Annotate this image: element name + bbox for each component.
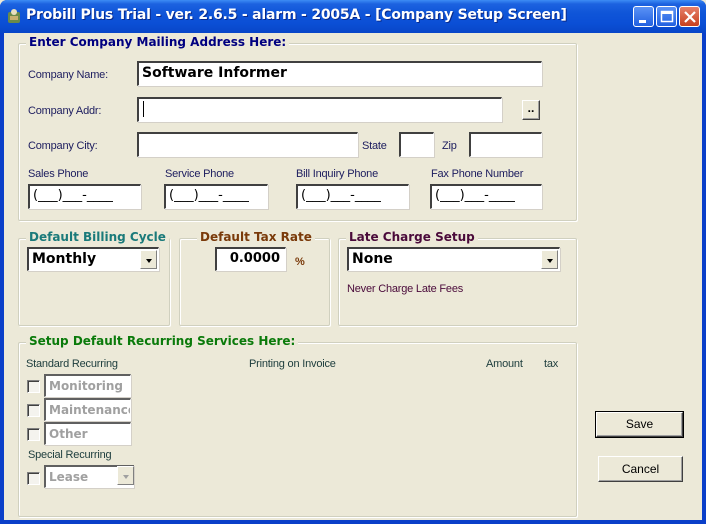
tax-rate-group: Default Tax Rate 0.0000 % xyxy=(179,230,330,326)
zip-input[interactable] xyxy=(469,132,542,157)
printing-on-invoice-header: Printing on Invoice xyxy=(249,358,336,370)
state-input[interactable] xyxy=(399,132,434,157)
late-charge-title: Late Charge Setup xyxy=(346,230,478,244)
recurring-services-group: Setup Default Recurring Services Here: S… xyxy=(18,334,577,517)
late-charge-group: Late Charge Setup None Never Charge Late… xyxy=(338,230,577,326)
late-charge-select[interactable]: None xyxy=(347,247,560,271)
company-name-input[interactable]: Software Informer xyxy=(137,61,542,86)
late-charge-description: Never Charge Late Fees xyxy=(347,283,464,295)
tax-header: tax xyxy=(544,358,559,370)
sales-phone-label: Sales Phone xyxy=(28,168,89,180)
company-addr-label: Company Addr: xyxy=(28,105,102,117)
amount-header: Amount xyxy=(486,358,523,370)
window-title: Probill Plus Trial - ver. 2.6.5 - alarm … xyxy=(26,7,567,23)
company-city-input[interactable] xyxy=(137,132,358,157)
close-icon xyxy=(684,11,696,23)
standard-recurring-label: Standard Recurring xyxy=(26,358,118,370)
monitoring-checkbox[interactable] xyxy=(27,380,40,393)
company-name-label: Company Name: xyxy=(28,69,108,81)
address-browse-button[interactable]: .. xyxy=(522,100,540,120)
tax-rate-title: Default Tax Rate xyxy=(197,230,315,244)
minimize-button[interactable] xyxy=(633,6,654,27)
lease-value: Lease xyxy=(49,470,89,484)
special-recurring-label: Special Recurring xyxy=(28,449,112,461)
maintenance-service-input[interactable]: Maintenance xyxy=(44,398,131,421)
service-phone-label: Service Phone xyxy=(165,168,234,180)
billing-cycle-value: Monthly xyxy=(32,251,97,267)
maintenance-checkbox[interactable] xyxy=(27,404,40,417)
billing-cycle-title: Default Billing Cycle xyxy=(26,230,169,244)
chevron-down-icon[interactable] xyxy=(140,250,157,269)
fax-phone-input[interactable]: (___)___-____ xyxy=(430,184,542,209)
minimize-icon xyxy=(639,20,646,23)
text-caret xyxy=(143,101,144,117)
company-city-label: Company City: xyxy=(28,140,98,152)
bill-inquiry-phone-input[interactable]: (___)___-____ xyxy=(296,184,409,209)
chevron-down-icon[interactable] xyxy=(117,466,134,485)
other-checkbox[interactable] xyxy=(27,428,40,441)
save-button[interactable]: Save xyxy=(595,411,684,438)
sales-phone-input[interactable]: (___)___-____ xyxy=(28,184,141,209)
other-service-input[interactable]: Other xyxy=(44,422,131,445)
title-bar[interactable]: Probill Plus Trial - ver. 2.6.5 - alarm … xyxy=(0,0,706,33)
company-addr-input[interactable] xyxy=(137,97,502,122)
late-charge-value: None xyxy=(352,251,393,267)
maximize-button[interactable] xyxy=(656,6,677,27)
fax-phone-label: Fax Phone Number xyxy=(431,168,524,180)
mailing-address-title: Enter Company Mailing Address Here: xyxy=(26,35,290,49)
tax-rate-input[interactable]: 0.0000 xyxy=(215,247,286,271)
cancel-button[interactable]: Cancel xyxy=(598,456,683,482)
recurring-services-title: Setup Default Recurring Services Here: xyxy=(26,334,299,348)
state-label: State xyxy=(362,140,387,152)
app-icon[interactable] xyxy=(6,8,22,24)
maximize-icon xyxy=(660,10,674,23)
monitoring-service-input[interactable]: Monitoring xyxy=(44,374,131,397)
app-window: Probill Plus Trial - ver. 2.6.5 - alarm … xyxy=(0,0,706,524)
chevron-down-icon[interactable] xyxy=(541,250,558,269)
lease-checkbox[interactable] xyxy=(27,472,40,485)
close-button[interactable] xyxy=(679,6,700,27)
service-phone-input[interactable]: (___)___-____ xyxy=(164,184,268,209)
percent-label: % xyxy=(295,256,305,268)
company-setup-form: Enter Company Mailing Address Here: Comp… xyxy=(4,33,702,520)
bill-inquiry-phone-label: Bill Inquiry Phone xyxy=(296,168,379,180)
billing-cycle-group: Default Billing Cycle Monthly xyxy=(18,230,170,326)
zip-label: Zip xyxy=(442,140,457,152)
billing-cycle-select[interactable]: Monthly xyxy=(27,247,159,271)
mailing-address-group: Enter Company Mailing Address Here: Comp… xyxy=(18,35,577,221)
